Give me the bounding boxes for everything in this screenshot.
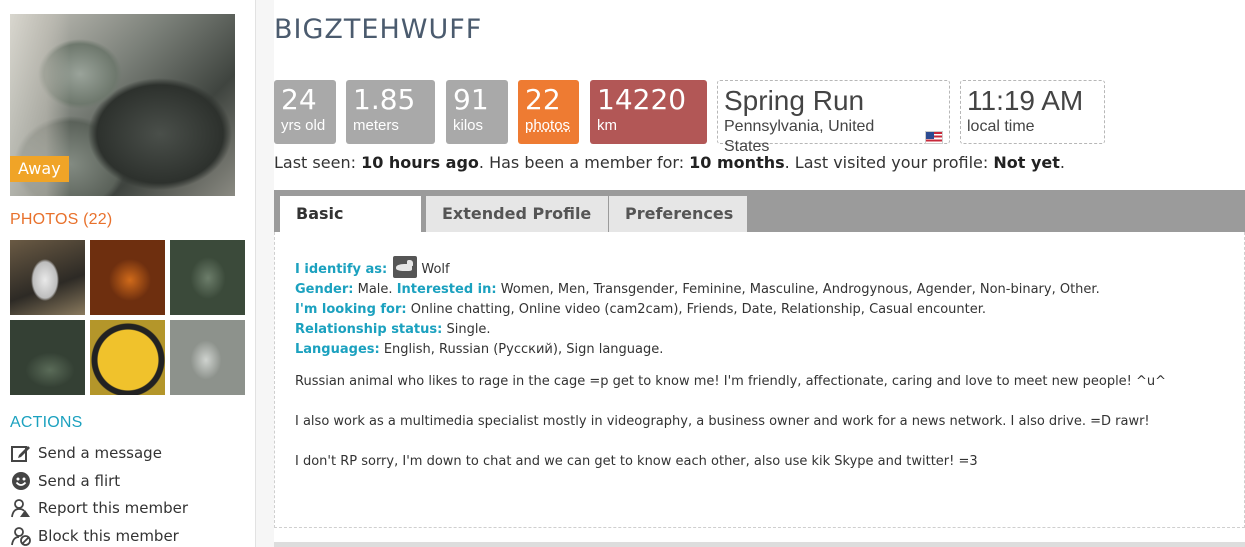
location-city: Spring Run	[724, 85, 865, 116]
photo-thumbnail[interactable]	[90, 320, 165, 395]
about-paragraph: I also work as a multimedia specialist m…	[295, 414, 1150, 429]
photo-thumbnail[interactable]	[170, 320, 245, 395]
photo-thumbnail[interactable]	[10, 240, 85, 315]
weight-stat: 91 kilos	[446, 80, 508, 144]
photo-thumbnail[interactable]	[170, 240, 245, 315]
local-time-stat: 11:19 AM local time	[960, 80, 1105, 144]
gender-value: Male.	[357, 282, 393, 297]
gender-label: Gender:	[295, 282, 354, 297]
action-label: Send a flirt	[38, 472, 121, 490]
tab-basic-profile[interactable]: Basic Profile	[280, 196, 421, 259]
stat-unit: km	[597, 117, 617, 134]
action-label: Block this member	[38, 527, 179, 545]
looking-label: I'm looking for:	[295, 302, 407, 317]
relationship-row: Relationship status: Single.	[295, 320, 1100, 340]
action-label: Send a message	[38, 444, 162, 462]
looking-value: Online chatting, Online video (cam2cam),…	[410, 302, 987, 317]
wolf-icon	[393, 256, 418, 278]
avatar[interactable]: Away	[10, 14, 235, 196]
report-user-icon	[11, 499, 30, 518]
activity-end: .	[1059, 153, 1065, 172]
last-seen-value: 10 hours ago	[361, 153, 479, 172]
stat-unit: kilos	[453, 117, 484, 134]
tab-preferences[interactable]: Preferences	[609, 196, 747, 232]
location-stat: Spring Run Pennsylvania, United States	[717, 80, 950, 155]
age-stat: 24 yrs old	[274, 80, 336, 144]
send-flirt-action[interactable]: Send a flirt	[10, 470, 120, 492]
local-time-value: 11:19 AM	[967, 85, 1084, 116]
visited-value: Not yet	[993, 153, 1060, 172]
basic-profile-panel: I identify as: Wolf Gender: Male. Intere…	[274, 232, 1245, 528]
about-paragraph: Russian animal who likes to rage in the …	[295, 374, 1167, 389]
photo-thumbnail[interactable]	[90, 240, 165, 315]
status-badge: Away	[10, 156, 69, 182]
actions-heading: ACTIONS	[10, 414, 83, 431]
profile-fields: I identify as: Wolf Gender: Male. Intere…	[295, 256, 1100, 360]
send-message-action[interactable]: Send a message	[10, 442, 162, 464]
smiley-icon	[12, 472, 30, 490]
about-paragraph: I don't RP sorry, I'm down to chat and w…	[295, 454, 978, 469]
photos-stat[interactable]: 22 photos	[518, 80, 579, 144]
visited-label: . Last visited your profile:	[784, 153, 994, 172]
languages-label: Languages:	[295, 342, 380, 357]
member-for-value: 10 months	[689, 153, 785, 172]
looking-row: I'm looking for: Online chatting, Online…	[295, 300, 1100, 320]
member-for-label: . Has been a member for:	[478, 153, 690, 172]
gender-row: Gender: Male. Interested in: Women, Men,…	[295, 280, 1100, 300]
block-member-action[interactable]: Block this member	[10, 525, 179, 547]
us-flag-icon	[925, 130, 943, 144]
relationship-value: Single.	[446, 322, 491, 337]
height-stat: 1.85 meters	[346, 80, 435, 144]
profile-content: BIGZTEHWUFF 24 yrs old 1.85 meters 91 ki…	[274, 0, 1245, 547]
stat-unit: yrs old	[281, 117, 326, 134]
languages-value: English, Russian (Русский), Sign languag…	[383, 342, 664, 357]
distance-stat: 14220 km	[590, 80, 707, 144]
sidebar: Away PHOTOS (22) ACTIONS Send a message …	[0, 0, 256, 547]
interested-label: Interested in:	[396, 282, 497, 297]
location-region-row: Pennsylvania, United States	[724, 117, 943, 157]
photos-heading[interactable]: PHOTOS (22)	[10, 211, 112, 229]
section-divider	[274, 542, 1245, 547]
identify-label: I identify as:	[295, 262, 388, 277]
local-time-label: local time	[967, 118, 1035, 135]
tab-extended-profile[interactable]: Extended Profile	[426, 196, 608, 232]
profile-tabs: Basic Profile Extended Profile Preferenc…	[274, 190, 1245, 259]
main-area: BIGZTEHWUFF 24 yrs old 1.85 meters 91 ki…	[256, 0, 1245, 547]
stat-value: 24	[281, 83, 317, 116]
report-member-action[interactable]: Report this member	[10, 497, 188, 519]
languages-row: Languages: English, Russian (Русский), S…	[295, 340, 1100, 360]
block-user-icon	[11, 527, 31, 546]
location-region: Pennsylvania, United States	[724, 118, 875, 155]
stat-value: 1.85	[353, 83, 416, 116]
stat-unit[interactable]: photos	[525, 116, 572, 136]
identify-row: I identify as: Wolf	[295, 256, 1100, 280]
edit-message-icon	[11, 446, 30, 462]
stat-value: 14220	[597, 83, 687, 116]
page-title: BIGZTEHWUFF	[274, 14, 483, 45]
stat-value: 22	[525, 83, 561, 116]
relationship-label: Relationship status:	[295, 322, 443, 337]
activity-line: Last seen: 10 hours ago. Has been a memb…	[274, 153, 1065, 172]
last-seen-label: Last seen:	[274, 153, 362, 172]
stat-unit: meters	[353, 117, 399, 134]
identify-value: Wolf	[421, 262, 450, 277]
interested-value: Women, Men, Transgender, Feminine, Mascu…	[500, 282, 1100, 297]
action-label: Report this member	[38, 499, 188, 517]
photo-thumbnail[interactable]	[10, 320, 85, 395]
stat-value: 91	[453, 83, 489, 116]
